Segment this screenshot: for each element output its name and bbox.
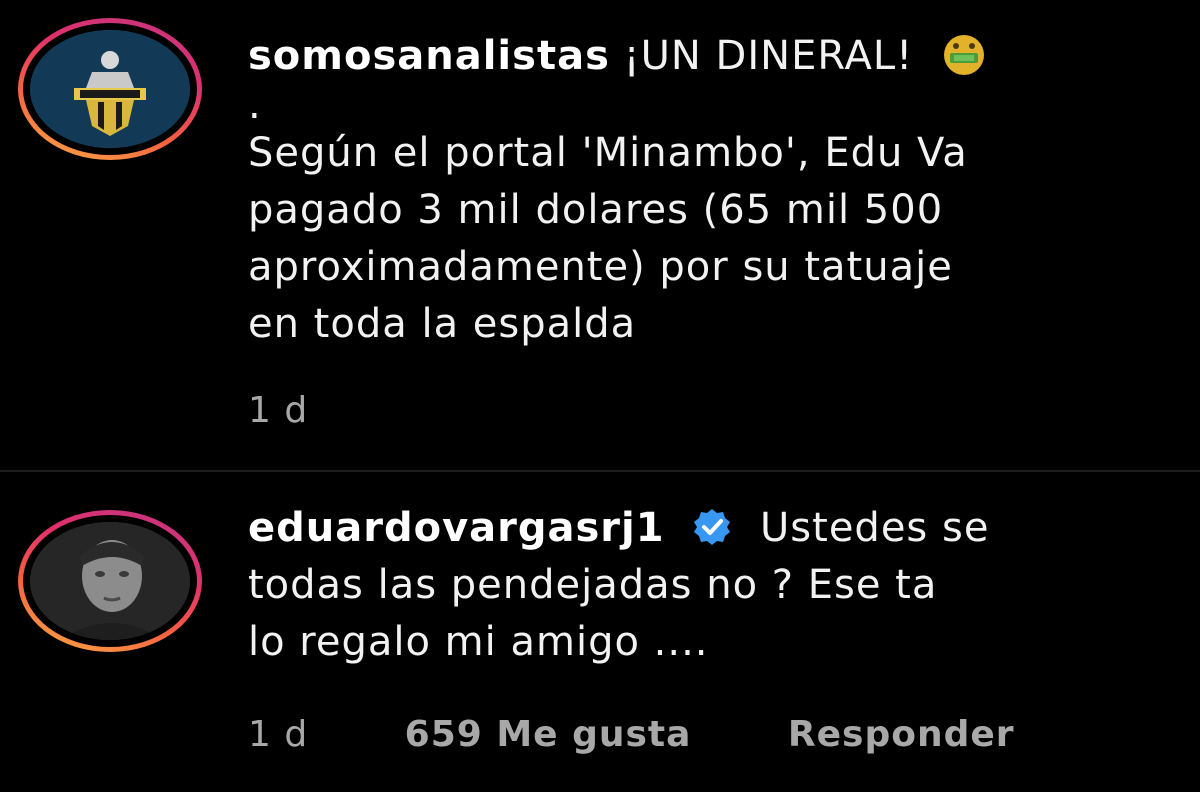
comment-line: en toda la espalda [248, 301, 637, 347]
username-link[interactable]: somosanalistas [248, 33, 610, 79]
comment-line: ¡UN DINERAL! [623, 33, 914, 79]
comment-line: lo regalo mi amigo .... [248, 619, 709, 665]
comment-divider [0, 470, 1200, 472]
avatar-image [30, 522, 190, 640]
comment-line: pagado 3 mil dolares (65 mil 500 [248, 187, 944, 233]
comment-text: somosanalistas ¡UN DINERAL! . Según el p… [248, 28, 1200, 353]
comment-first-line: somosanalistas ¡UN DINERAL! [248, 28, 1200, 85]
comment-line: . [248, 82, 262, 128]
reply-button[interactable]: Responder [788, 714, 1015, 755]
money-mouth-face-icon [943, 35, 984, 75]
comment-line: Según el portal 'Minambo', Edu Va [248, 130, 968, 176]
comment-line: aproximadamente) por su tatuaje [248, 244, 953, 290]
profile-photo-icon [30, 522, 190, 640]
likes-count-link[interactable]: 659 Me gusta [405, 714, 692, 755]
comment-meta: 1 d [248, 390, 308, 431]
avatar-image [30, 30, 190, 148]
comment-line: todas las pendejadas no ? Ese ta [248, 562, 938, 608]
crest-logo-icon [30, 30, 190, 148]
comment-first-line: eduardovargasrj1 Ustedes se [248, 500, 1200, 557]
comment-somosanalistas: somosanalistas ¡UN DINERAL! . Según el p… [0, 0, 1200, 470]
comment-time[interactable]: 1 d [248, 390, 308, 431]
username-link[interactable]: eduardovargasrj1 [248, 505, 665, 551]
comment-line: Ustedes se [760, 505, 990, 551]
comment-meta: 1 d 659 Me gusta Responder [248, 714, 1015, 755]
comment-time[interactable]: 1 d [248, 714, 308, 755]
verified-badge-icon [694, 509, 731, 545]
avatar-eduardovargasrj1[interactable] [18, 510, 202, 652]
comment-text: eduardovargasrj1 Ustedes se todas las pe… [248, 500, 1200, 671]
comment-eduardovargasrj1: eduardovargasrj1 Ustedes se todas las pe… [0, 478, 1200, 792]
avatar-somosanalistas[interactable] [18, 18, 202, 160]
